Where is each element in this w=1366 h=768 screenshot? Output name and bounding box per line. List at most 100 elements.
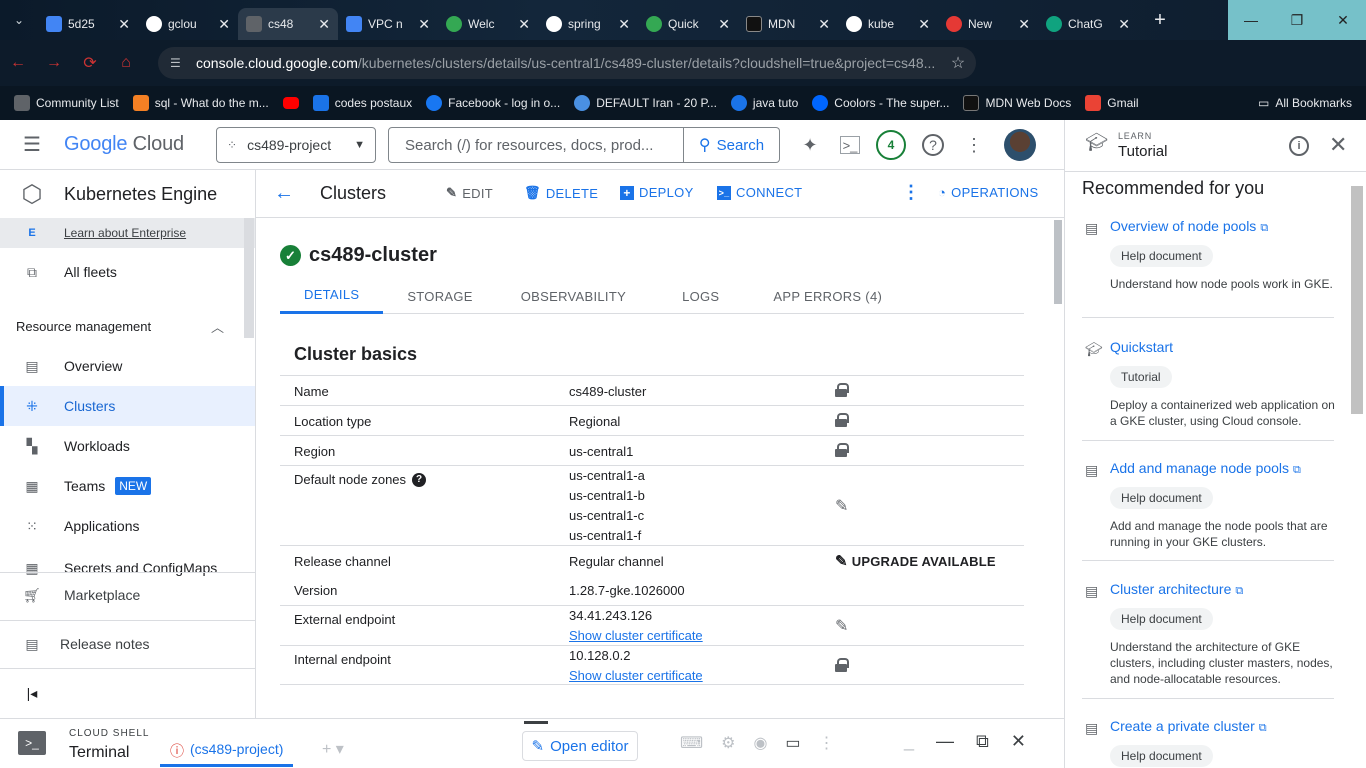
open-new-window-icon[interactable]: ⧉: [976, 731, 989, 752]
all-bookmarks[interactable]: ▭ All Bookmarks: [1258, 86, 1352, 120]
bookmark-item[interactable]: MDN Web Docs: [963, 95, 1071, 111]
keyboard-icon[interactable]: ⌨: [680, 733, 703, 753]
bookmark-item[interactable]: Coolors - The super...: [812, 95, 949, 111]
main-scrollbar[interactable]: [1054, 220, 1062, 304]
bookmark-item[interactable]: Facebook - log in o...: [426, 95, 560, 111]
restore-icon[interactable]: —: [936, 731, 954, 752]
close-window-icon[interactable]: ✕: [1320, 0, 1366, 40]
home-icon[interactable]: ⌂: [108, 54, 144, 72]
more-actions-icon[interactable]: ⋮: [902, 182, 920, 203]
nav-item-applications[interactable]: ⁙ Applications: [0, 506, 255, 546]
nav-item-workloads[interactable]: ▚ Workloads: [0, 426, 255, 466]
user-avatar[interactable]: [1004, 129, 1036, 161]
card-title[interactable]: Quickstart: [1110, 339, 1173, 355]
edit-button[interactable]: ✎ EDIT: [446, 185, 493, 201]
tab-storage[interactable]: STORAGE: [383, 278, 496, 314]
bookmark-item[interactable]: codes postaux: [312, 95, 412, 111]
restore-window-icon[interactable]: ❐: [1274, 0, 1320, 40]
collapse-nav-button[interactable]: |◂: [0, 673, 256, 713]
close-tab-icon[interactable]: ✕: [818, 16, 830, 33]
nav-item-release-notes[interactable]: ▤ Release notes: [0, 624, 256, 664]
tab-observability[interactable]: OBSERVABILITY: [497, 278, 658, 314]
upgrade-available-button[interactable]: ✎ UPGRADE AVAILABLE: [835, 552, 996, 570]
google-cloud-logo[interactable]: Google Cloud: [64, 133, 184, 156]
gemini-sparkle-icon[interactable]: ✦: [796, 131, 824, 159]
bookmark-item[interactable]: java tuto: [730, 95, 798, 111]
address-bar[interactable]: ☰ console.cloud.google.com/kubernetes/cl…: [158, 47, 976, 79]
nav-item-teams[interactable]: ▦ Teams NEW: [0, 466, 255, 506]
operations-button[interactable]: ◔ OPERATIONS: [938, 185, 1038, 200]
close-panel-icon[interactable]: ✕: [1329, 132, 1347, 158]
minimize-icon[interactable]: _: [904, 731, 914, 752]
nav-item-overview[interactable]: ▤ Overview: [0, 346, 255, 386]
nav-item-clusters[interactable]: ⁜ Clusters: [0, 386, 255, 426]
tutorial-card[interactable]: ▤ Create a private cluster ⧉ Help documen…: [1082, 718, 1334, 768]
tab-details[interactable]: DETAILS: [280, 278, 384, 314]
close-tab-icon[interactable]: ✕: [518, 16, 530, 33]
close-tab-icon[interactable]: ✕: [718, 16, 730, 33]
close-tab-icon[interactable]: ✕: [218, 16, 230, 33]
bookmark-item[interactable]: DEFAULT Iran - 20 P...: [574, 95, 717, 111]
browser-tab-active[interactable]: cs48 ✕: [238, 8, 338, 40]
edit-pencil-icon[interactable]: ✎: [835, 496, 848, 516]
resource-management-header[interactable]: Resource management ︿: [0, 306, 240, 346]
reload-icon[interactable]: ⟳: [72, 53, 108, 73]
info-icon[interactable]: i: [1289, 136, 1309, 156]
bookmark-item[interactable]: Community List: [14, 95, 119, 111]
bookmark-item[interactable]: [282, 97, 299, 109]
help-icon[interactable]: ?: [922, 134, 944, 156]
main-menu-icon[interactable]: ☰: [0, 132, 64, 157]
close-tab-icon[interactable]: ✕: [1118, 16, 1130, 33]
cloud-shell-icon[interactable]: >_: [840, 136, 860, 154]
learn-enterprise-link[interactable]: E Learn about Enterprise: [0, 218, 255, 248]
browser-tab[interactable]: spring ✕: [538, 8, 638, 40]
site-info-icon[interactable]: ☰: [170, 56, 184, 70]
show-certificate-link[interactable]: Show cluster certificate: [569, 666, 703, 686]
tutorial-card[interactable]: ▤ Add and manage node pools ⧉ Help docume…: [1082, 460, 1334, 561]
nav-item-all-fleets[interactable]: ⧉ All fleets: [0, 252, 255, 292]
open-editor-button[interactable]: ✎ Open editor: [522, 731, 638, 761]
close-tab-icon[interactable]: ✕: [1018, 16, 1030, 33]
forward-icon[interactable]: →: [36, 54, 72, 72]
help-circle-icon[interactable]: ?: [412, 472, 427, 487]
tutorial-card[interactable]: 🎓︎ Quickstart Tutorial Deploy a containe…: [1082, 339, 1335, 441]
add-session-icon[interactable]: + ▾: [322, 739, 344, 759]
new-tab-icon[interactable]: +: [1146, 6, 1174, 34]
close-tab-icon[interactable]: ✕: [118, 16, 130, 33]
layout-icon[interactable]: ▭: [785, 733, 800, 753]
bookmark-item[interactable]: Gmail: [1085, 95, 1139, 111]
close-tab-icon[interactable]: ✕: [618, 16, 630, 33]
tutorial-card[interactable]: ▤ Overview of node pools ⧉ Help document …: [1082, 218, 1334, 318]
browser-tab[interactable]: MDN ✕: [738, 8, 838, 40]
edit-pencil-icon[interactable]: ✎: [835, 616, 848, 636]
browser-tab[interactable]: gclou ✕: [138, 8, 238, 40]
tab-logs[interactable]: LOGS: [658, 278, 743, 314]
panel-scrollbar[interactable]: [1351, 186, 1363, 414]
browser-tab[interactable]: New ✕: [938, 8, 1038, 40]
resize-handle[interactable]: [524, 721, 548, 724]
shell-session-tab[interactable]: ⓘ (cs489-project): [160, 735, 294, 767]
close-shell-icon[interactable]: ✕: [1011, 731, 1026, 752]
browser-tab[interactable]: kube ✕: [838, 8, 938, 40]
minimize-window-icon[interactable]: —: [1228, 0, 1274, 40]
nav-item-marketplace[interactable]: 🛒︎ Marketplace: [0, 575, 256, 615]
bookmark-star-icon[interactable]: ☆: [940, 53, 976, 73]
browser-tab[interactable]: ChatG ✕: [1038, 8, 1138, 40]
search-button[interactable]: ⚲ Search: [684, 127, 780, 163]
settings-icon[interactable]: ⚙: [721, 733, 735, 753]
more-icon[interactable]: ⋮: [819, 733, 835, 753]
tutorial-card[interactable]: ▤ Cluster architecture ⧉ Help document Un…: [1082, 581, 1334, 699]
delete-button[interactable]: 🗑︎ DELETE: [524, 185, 598, 201]
close-tab-icon[interactable]: ✕: [318, 16, 330, 33]
browser-tab[interactable]: VPC n ✕: [338, 8, 438, 40]
show-certificate-link[interactable]: Show cluster certificate: [569, 626, 703, 646]
tab-app-errors[interactable]: APP ERRORS (4): [743, 278, 906, 314]
deploy-button[interactable]: + DEPLOY: [620, 185, 694, 200]
bookmark-item[interactable]: sql - What do the m...: [132, 95, 269, 111]
card-title[interactable]: Cluster architecture ⧉: [1110, 581, 1243, 598]
tab-search-icon[interactable]: ⌄: [0, 0, 38, 40]
close-tab-icon[interactable]: ✕: [418, 16, 430, 33]
web-preview-icon[interactable]: ◉: [753, 733, 767, 753]
browser-tab[interactable]: Welc ✕: [438, 8, 538, 40]
card-title[interactable]: Add and manage node pools ⧉: [1110, 460, 1301, 477]
